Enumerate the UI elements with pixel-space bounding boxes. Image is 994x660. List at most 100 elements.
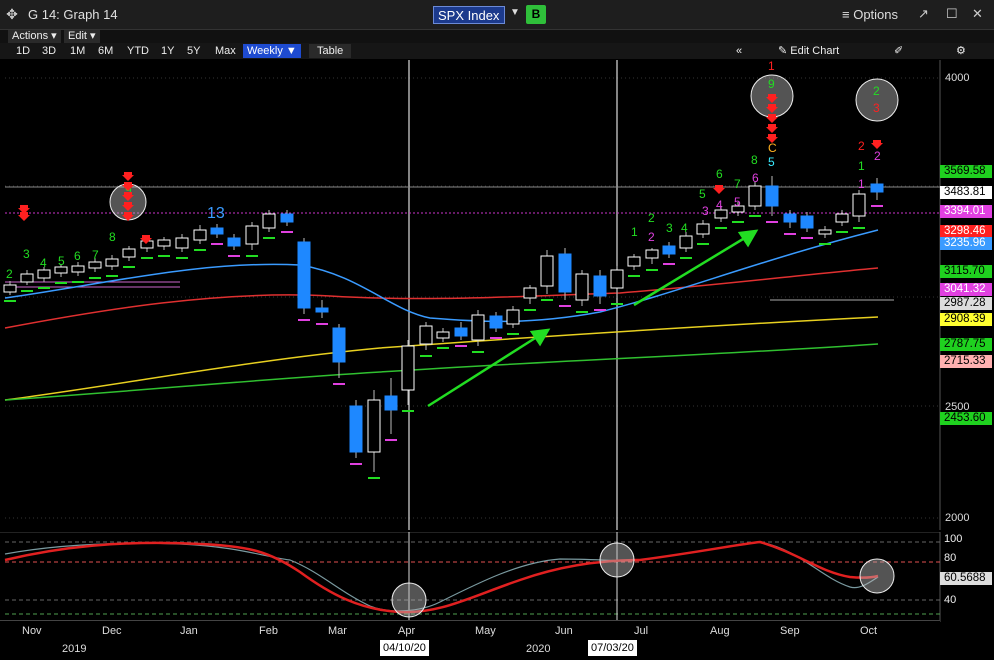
- svg-text:3: 3: [666, 221, 673, 235]
- candle-body: [852, 193, 866, 217]
- candle-body: [610, 269, 624, 289]
- move-icon[interactable]: ✥: [0, 6, 24, 23]
- svg-text:5: 5: [58, 254, 65, 268]
- candle-body: [765, 185, 779, 207]
- month-label: Dec: [102, 625, 122, 637]
- settings-gear-icon[interactable]: ⚙: [956, 44, 966, 58]
- actions-label: Actions: [12, 30, 49, 42]
- range-max[interactable]: Max: [215, 44, 236, 58]
- svg-text:7: 7: [92, 248, 99, 262]
- highlight-circle: [859, 558, 895, 594]
- range-ytd[interactable]: YTD: [127, 44, 149, 58]
- candle-body: [210, 227, 224, 235]
- candle-body: [454, 327, 468, 337]
- period-select[interactable]: Weekly ▼: [243, 44, 301, 58]
- date-marker-label[interactable]: 04/10/20: [380, 640, 429, 656]
- price-tick: 4000: [945, 72, 970, 84]
- candle-body: [37, 269, 51, 279]
- candle-body: [471, 314, 485, 341]
- candle-body: [401, 345, 415, 391]
- price-label: 3041.32: [940, 283, 992, 296]
- price-label: 2715.33: [940, 355, 992, 368]
- svg-text:1: 1: [768, 60, 775, 73]
- candle-body: [419, 325, 433, 345]
- candle-body: [3, 284, 17, 293]
- month-label: May: [475, 625, 496, 637]
- range-3d[interactable]: 3D: [42, 44, 56, 58]
- edit-menu[interactable]: Edit ▾: [64, 30, 100, 43]
- count-13-label: 13: [207, 205, 225, 222]
- candle-body: [71, 265, 85, 273]
- chevron-down-icon[interactable]: ▼: [510, 7, 520, 18]
- candle-body: [540, 255, 554, 287]
- candle-body: [349, 405, 363, 453]
- date-marker-label[interactable]: 07/03/20: [588, 640, 637, 656]
- svg-text:3: 3: [702, 204, 709, 218]
- range-1y[interactable]: 1Y: [161, 44, 174, 58]
- maximize-icon[interactable]: ☐: [946, 6, 958, 22]
- candle-body: [506, 309, 520, 325]
- month-label: Jul: [634, 625, 649, 637]
- candle-body: [645, 249, 659, 259]
- candle-body: [193, 229, 207, 241]
- candle-body: [367, 399, 381, 453]
- svg-text:1: 1: [858, 177, 865, 191]
- month-label: Jun: [555, 625, 573, 637]
- window-title: G 14: Graph 14: [28, 7, 118, 22]
- svg-text:2: 2: [648, 230, 655, 244]
- time-axis: Nov Dec Jan Feb Mar Apr May Jun Jul Aug …: [0, 620, 940, 660]
- candle-body: [262, 213, 276, 229]
- popout-icon[interactable]: ↗: [918, 6, 929, 22]
- svg-text:3: 3: [873, 101, 880, 115]
- range-1d[interactable]: 1D: [16, 44, 30, 58]
- c-label: C: [768, 141, 777, 155]
- price-label: 2453.60: [940, 412, 992, 425]
- annotate-icon[interactable]: ✐: [894, 44, 903, 58]
- range-1m[interactable]: 1M: [70, 44, 85, 58]
- month-label: Feb: [259, 625, 278, 637]
- range-6m[interactable]: 6M: [98, 44, 113, 58]
- svg-text:2: 2: [648, 211, 655, 225]
- close-icon[interactable]: ✕: [972, 6, 983, 22]
- candle-body: [593, 275, 607, 297]
- month-label: Aug: [710, 625, 730, 637]
- edit-label: Edit: [68, 30, 87, 42]
- candle-body: [88, 261, 102, 269]
- range-5y[interactable]: 5Y: [187, 44, 200, 58]
- svg-text:6: 6: [74, 249, 81, 263]
- candle-body: [436, 331, 450, 339]
- price-label: 2787.75: [940, 338, 992, 351]
- price-label: 3569.58: [940, 165, 992, 178]
- osc-tick: 80: [944, 552, 957, 564]
- svg-text:2: 2: [873, 84, 880, 98]
- edit-chart-label: Edit Chart: [790, 45, 840, 57]
- svg-text:8: 8: [109, 230, 116, 244]
- ticker-input[interactable]: SPX Index: [433, 6, 505, 24]
- year-label: 2019: [62, 643, 87, 655]
- table-button[interactable]: Table: [309, 44, 352, 58]
- price-chart[interactable]: 2 3 4 5 6 7 8 9 13 1 2 3 4 5 6 7 8 9 2 3…: [0, 60, 994, 530]
- highlight-circle: [599, 542, 635, 578]
- svg-text:8: 8: [751, 153, 758, 167]
- candle-body: [175, 237, 189, 249]
- edit-chart-button[interactable]: ✎ Edit Chart: [778, 44, 839, 58]
- highlight-circle: [391, 582, 427, 618]
- price-label: 3115.70: [940, 265, 992, 278]
- svg-text:9: 9: [768, 77, 775, 91]
- candle-body: [332, 327, 346, 363]
- svg-text:4: 4: [681, 221, 688, 235]
- month-label: Mar: [328, 625, 347, 637]
- security-type-button[interactable]: B: [526, 5, 546, 24]
- osc-current-value: 60.5688: [940, 572, 992, 585]
- bloomberg-graph-window: ✥ G 14: Graph 14 SPX Index ▼ B ≡ Options…: [0, 0, 994, 660]
- actions-menu[interactable]: Actions ▾: [8, 30, 61, 43]
- svg-text:4: 4: [40, 256, 47, 270]
- oscillator-chart[interactable]: [0, 532, 994, 622]
- collapse-icon[interactable]: «: [736, 44, 742, 58]
- svg-text:5: 5: [768, 155, 775, 169]
- month-label: Jan: [180, 625, 198, 637]
- candle-body: [297, 241, 311, 309]
- price-label: 2987.28: [940, 297, 992, 310]
- svg-text:5: 5: [734, 195, 741, 209]
- options-menu[interactable]: ≡ Options: [842, 7, 898, 22]
